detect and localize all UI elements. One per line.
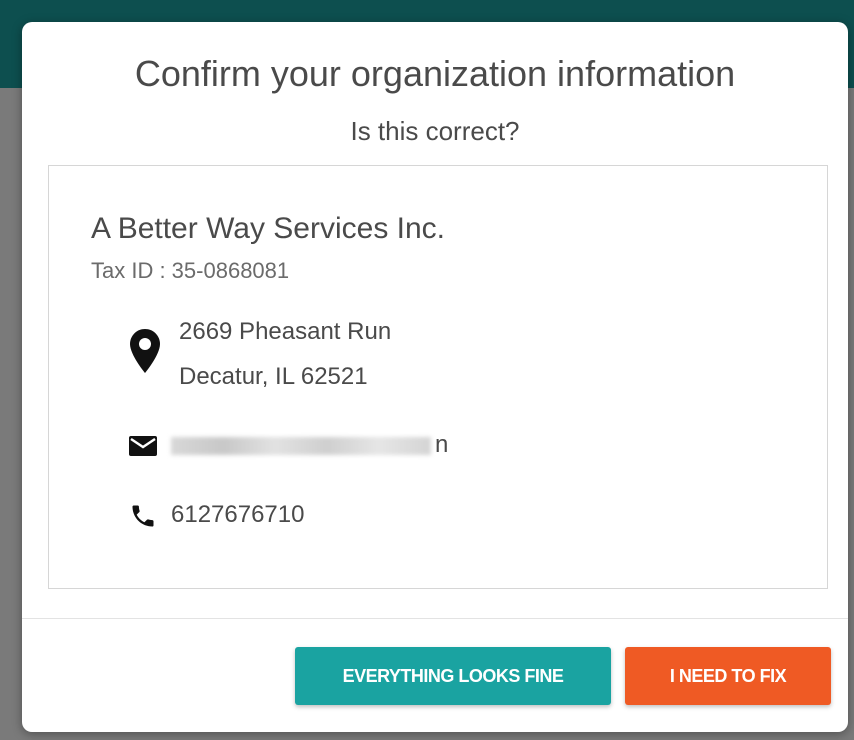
phone-icon	[132, 505, 154, 527]
map-marker-icon	[130, 329, 160, 373]
phone-value: 6127676710	[171, 501, 305, 528]
dialog-subtitle: Is this correct?	[350, 116, 520, 146]
address-line-2: Decatur, IL 62521	[179, 363, 368, 390]
tax-id: Tax ID : 35-0868081	[91, 258, 290, 283]
i-need-to-fix-button[interactable]: I NEED TO FIX	[625, 647, 831, 705]
footer-divider	[22, 618, 848, 619]
email-value: n	[171, 430, 448, 460]
envelope-icon	[129, 436, 157, 456]
address-line-1: 2669 Pheasant Run	[179, 318, 392, 345]
dialog-title: Confirm your organization information	[134, 53, 736, 94]
organization-card: A Better Way Services Inc. Tax ID : 35-0…	[48, 165, 828, 589]
organization-name: A Better Way Services Inc.	[91, 212, 446, 245]
confirm-organization-dialog: Confirm your organization information Is…	[22, 22, 848, 732]
redacted-email	[171, 436, 431, 455]
email-visible-tail: n	[435, 431, 449, 458]
everything-looks-fine-button[interactable]: EVERYTHING LOOKS FINE	[295, 647, 611, 705]
